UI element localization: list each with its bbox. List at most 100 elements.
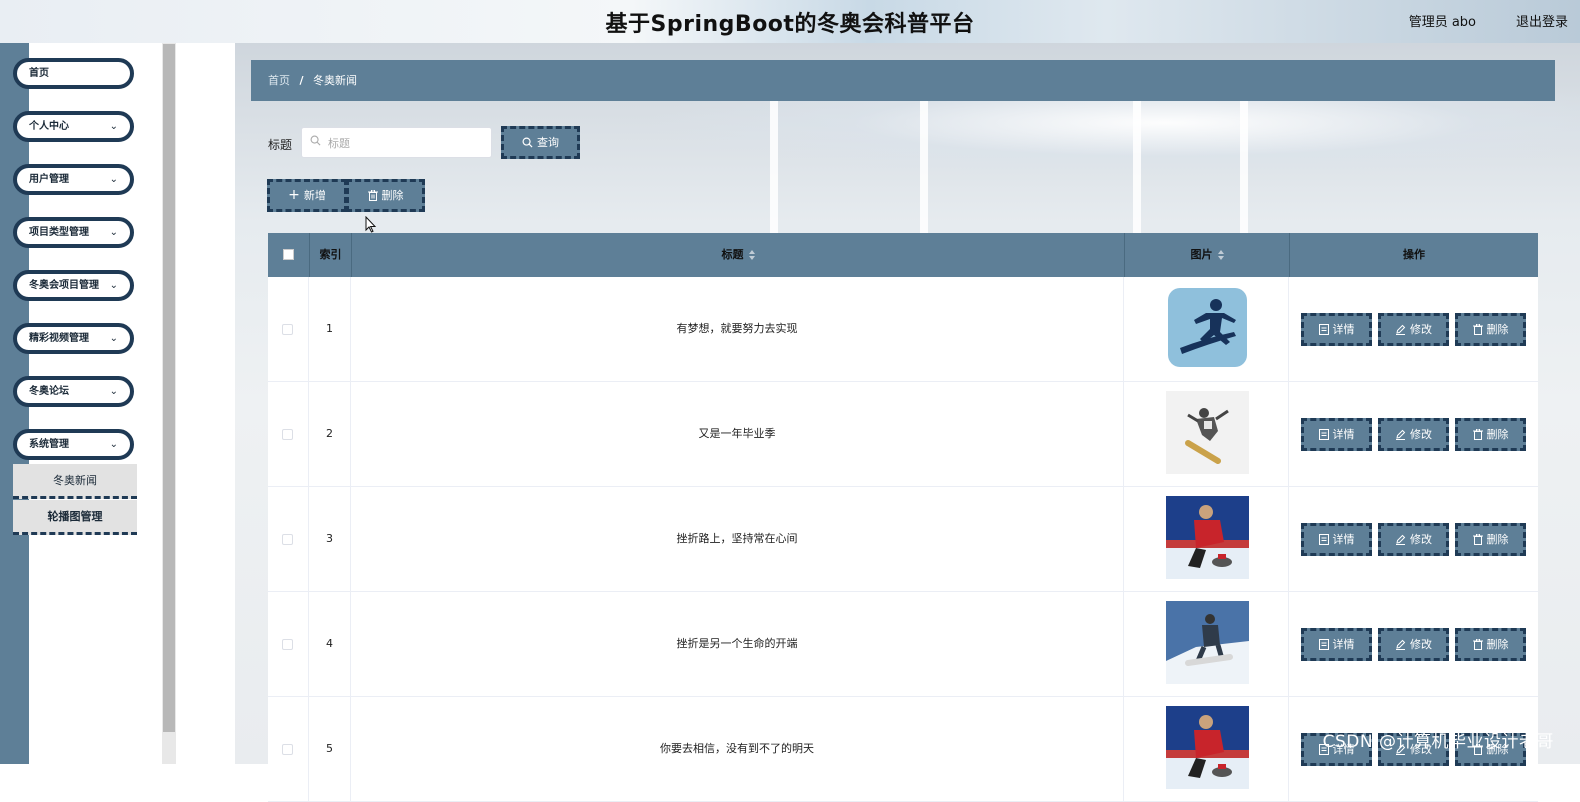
delete-button-label: 删除 — [1486, 638, 1509, 651]
background-pillar — [920, 100, 928, 235]
edit-button-label: 修改 — [1410, 638, 1432, 651]
snowboard-icon-image[interactable] — [1166, 286, 1249, 369]
table-row: 1 有梦想，就要努力去实现 详情 修改 删除 — [268, 277, 1538, 382]
table-row: 2 又是一年毕业季 详情 修改 删除 — [268, 382, 1538, 487]
sidebar-item-users[interactable]: 用户管理 ⌄ — [13, 164, 134, 195]
image-cell — [1124, 592, 1289, 696]
trash-icon — [367, 189, 378, 201]
sidebar-item-system[interactable]: 系统管理 ⌄ — [13, 429, 134, 460]
column-header-image[interactable]: 图片 — [1124, 233, 1289, 277]
search-button-label: 查询 — [537, 136, 559, 149]
curling-photo[interactable] — [1166, 706, 1249, 789]
row-checkbox[interactable] — [282, 324, 293, 335]
edit-button-label: 修改 — [1410, 428, 1432, 441]
header-select-cell — [268, 233, 309, 277]
chevron-down-icon: ⌄ — [109, 386, 118, 397]
background-pillar — [770, 100, 778, 235]
sidebar-scrollbar-thumb[interactable] — [163, 44, 175, 732]
row-checkbox[interactable] — [282, 639, 293, 650]
table-row: 4 挫折是另一个生命的开端 详情 修改 删除 — [268, 592, 1538, 697]
search-icon — [522, 137, 533, 148]
sidebar-item-home[interactable]: 首页 — [13, 58, 134, 89]
detail-button[interactable]: 详情 — [1301, 313, 1372, 346]
chevron-down-icon: ⌄ — [109, 121, 118, 132]
search-field[interactable] — [301, 127, 492, 158]
curling-photo[interactable] — [1166, 496, 1249, 579]
bulk-delete-button[interactable]: 删除 — [346, 179, 425, 212]
edit-icon — [1395, 533, 1410, 546]
delete-button[interactable]: 删除 — [1455, 313, 1526, 346]
column-header-title[interactable]: 标题 — [351, 233, 1124, 277]
delete-button[interactable]: 删除 — [1455, 523, 1526, 556]
chevron-down-icon: ⌄ — [109, 280, 118, 291]
title-cell: 你要去相信，没有到不了的明天 — [351, 697, 1124, 801]
delete-button[interactable]: 删除 — [1455, 628, 1526, 661]
logout-link[interactable]: 退出登录 — [1516, 11, 1568, 30]
site-title: 基于SpringBoot的冬奥会科普平台 — [605, 12, 975, 37]
breadcrumb-current: 冬奥新闻 — [313, 74, 358, 87]
image-cell — [1124, 487, 1289, 591]
snowboarder-slope-photo[interactable] — [1166, 601, 1249, 684]
mouse-cursor-icon — [365, 216, 377, 233]
index-cell: 1 — [309, 277, 351, 381]
chevron-down-icon: ⌄ — [109, 439, 118, 450]
document-icon — [1318, 533, 1333, 546]
sidebar-item-label: 冬奥论坛 — [29, 386, 69, 397]
sidebar-subitem-carousel[interactable]: 轮播图管理 — [13, 500, 137, 535]
watermark: CSDN @计算机毕业设计老哥 — [1322, 732, 1554, 752]
breadcrumb-home[interactable]: 首页 — [268, 74, 290, 87]
sidebar-item-project-types[interactable]: 项目类型管理 ⌄ — [13, 217, 134, 248]
sidebar-item-olympic-projects[interactable]: 冬奥会项目管理 ⌄ — [13, 270, 134, 301]
edit-button-label: 修改 — [1410, 323, 1432, 336]
sidebar-item-profile[interactable]: 个人中心 ⌄ — [13, 111, 134, 142]
sidebar-item-label: 首页 — [29, 68, 49, 79]
column-header-image-label: 图片 — [1190, 248, 1213, 261]
sidebar-item-label: 个人中心 — [29, 121, 69, 132]
actions-cell: 详情 修改 删除 — [1289, 382, 1538, 486]
sidebar-subitem-news[interactable]: 冬奥新闻 — [13, 464, 137, 499]
current-user: 管理员 abo — [1408, 15, 1476, 30]
add-button[interactable]: + 新增 — [267, 179, 347, 212]
document-icon — [1318, 638, 1333, 651]
trash-icon — [1472, 638, 1487, 651]
actions-cell: 详情 修改 删除 — [1289, 487, 1538, 591]
sidebar-item-videos[interactable]: 精彩视频管理 ⌄ — [13, 323, 134, 354]
select-cell — [268, 277, 309, 381]
edit-button[interactable]: 修改 — [1378, 523, 1449, 556]
search-input[interactable] — [326, 133, 490, 154]
delete-button[interactable]: 删除 — [1455, 418, 1526, 451]
table-row: 3 挫折路上，坚持常在心间 详情 修改 删除 — [268, 487, 1538, 592]
select-cell — [268, 592, 309, 696]
trash-icon — [1472, 533, 1487, 546]
edit-icon — [1395, 323, 1410, 336]
chevron-down-icon: ⌄ — [109, 333, 118, 344]
sidebar-item-forum[interactable]: 冬奥论坛 ⌄ — [13, 376, 134, 407]
column-header-index: 索引 — [309, 233, 351, 277]
row-checkbox[interactable] — [282, 744, 293, 755]
edit-button[interactable]: 修改 — [1378, 628, 1449, 661]
chevron-down-icon: ⌄ — [109, 227, 118, 238]
search-button[interactable]: 查询 — [501, 126, 580, 159]
detail-button[interactable]: 详情 — [1301, 418, 1372, 451]
row-checkbox[interactable] — [282, 429, 293, 440]
title-cell: 有梦想，就要努力去实现 — [351, 277, 1124, 381]
edit-button[interactable]: 修改 — [1378, 418, 1449, 451]
detail-button[interactable]: 详情 — [1301, 628, 1372, 661]
sidebar-item-label: 精彩视频管理 — [29, 333, 89, 344]
title-cell: 又是一年毕业季 — [351, 382, 1124, 486]
snowboarder-jump-photo[interactable] — [1166, 391, 1249, 474]
row-checkbox[interactable] — [282, 534, 293, 545]
breadcrumb: 首页 / 冬奥新闻 — [251, 60, 1555, 101]
select-all-checkbox[interactable] — [283, 249, 294, 260]
sidebar-item-label: 项目类型管理 — [29, 227, 89, 238]
trash-icon — [1472, 428, 1487, 441]
select-cell — [268, 487, 309, 591]
edit-button[interactable]: 修改 — [1378, 313, 1449, 346]
detail-button-label: 详情 — [1332, 638, 1355, 651]
breadcrumb-separator: / — [299, 74, 304, 87]
edit-button-label: 修改 — [1410, 533, 1432, 546]
table-header: 索引 标题 图片 操作 — [268, 233, 1538, 277]
index-cell: 5 — [309, 697, 351, 801]
background-pillar — [1240, 100, 1248, 235]
detail-button[interactable]: 详情 — [1301, 523, 1372, 556]
